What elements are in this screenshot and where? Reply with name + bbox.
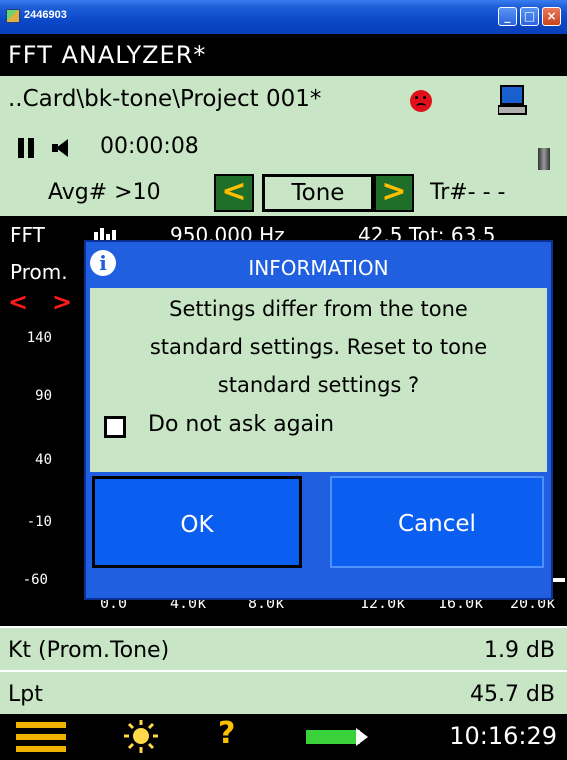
pause-icon[interactable] (18, 138, 38, 158)
y-tick: -10 (26, 514, 52, 530)
backlight-icon[interactable] (124, 720, 158, 754)
result-label: Kt (Prom.Tone) (8, 638, 170, 663)
result-label: Lpt (8, 682, 43, 707)
dialog-body: Settings differ from the tone standard s… (90, 288, 547, 472)
dialog-message: Settings differ from the tone standard s… (90, 290, 547, 404)
result-row[interactable]: Lpt 45.7 dB (0, 670, 567, 714)
playback-row: 00:00:08 (0, 126, 567, 170)
dialog-header: i INFORMATION (86, 242, 551, 288)
menu-icon[interactable] (16, 722, 66, 752)
window-title-bar[interactable]: 2446903 _ □ × (0, 0, 567, 34)
information-dialog: i INFORMATION Settings differ from the t… (84, 240, 553, 600)
bottom-status-bar: ? 10:16:29 (0, 714, 567, 760)
fft-label: FFT (10, 223, 45, 247)
do-not-ask-checkbox[interactable] (104, 416, 126, 438)
result-value: 45.7 dB (469, 682, 555, 707)
minimize-button[interactable]: _ (498, 7, 517, 26)
dialog-title: INFORMATION (248, 256, 389, 280)
clock: 10:16:29 (449, 722, 557, 750)
template-next-button[interactable]: > (374, 174, 414, 212)
trigger-count: Tr#- - - (430, 180, 506, 205)
speaker-icon[interactable] (52, 139, 70, 157)
level-meter-icon (538, 148, 550, 170)
y-tick: 140 (26, 330, 52, 346)
dialog-message-line: standard settings ? (217, 373, 420, 397)
maximize-button[interactable]: □ (520, 7, 539, 26)
close-button[interactable]: × (542, 7, 561, 26)
elapsed-time: 00:00:08 (100, 134, 199, 159)
template-name[interactable]: Tone (262, 174, 374, 212)
ok-button[interactable]: OK (92, 476, 302, 568)
window-title: 2446903 (24, 9, 67, 21)
app-icon (6, 9, 20, 23)
y-tick: -60 (22, 572, 48, 588)
template-row: Avg# >10 < Tone > Tr#- - - (0, 170, 567, 216)
prominence-label: Prom. (10, 260, 68, 284)
cursor-left-icon[interactable]: < (8, 288, 28, 316)
average-count: Avg# >10 (48, 180, 161, 205)
do-not-ask-label[interactable]: Do not ask again (148, 412, 334, 437)
computer-icon[interactable] (498, 84, 528, 118)
cancel-button[interactable]: Cancel (330, 476, 544, 568)
battery-icon (306, 728, 368, 746)
dialog-message-line: standard settings. Reset to tone (149, 335, 488, 359)
y-tick: 90 (35, 388, 52, 404)
help-icon[interactable]: ? (218, 716, 235, 751)
cursor-right-icon[interactable]: > (52, 288, 72, 316)
result-value: 1.9 dB (483, 638, 555, 663)
dialog-message-line: Settings differ from the tone (169, 297, 468, 321)
project-path: ..Card\bk-tone\Project 001* (8, 86, 322, 112)
app-header: FFT ANALYZER* (0, 34, 567, 76)
project-row[interactable]: ..Card\bk-tone\Project 001* (0, 76, 567, 126)
y-tick: 40 (35, 452, 52, 468)
status-smiley-icon[interactable] (410, 90, 432, 112)
result-row[interactable]: Kt (Prom.Tone) 1.9 dB (0, 626, 567, 670)
app-title: FFT ANALYZER* (8, 41, 207, 69)
template-prev-button[interactable]: < (214, 174, 254, 212)
